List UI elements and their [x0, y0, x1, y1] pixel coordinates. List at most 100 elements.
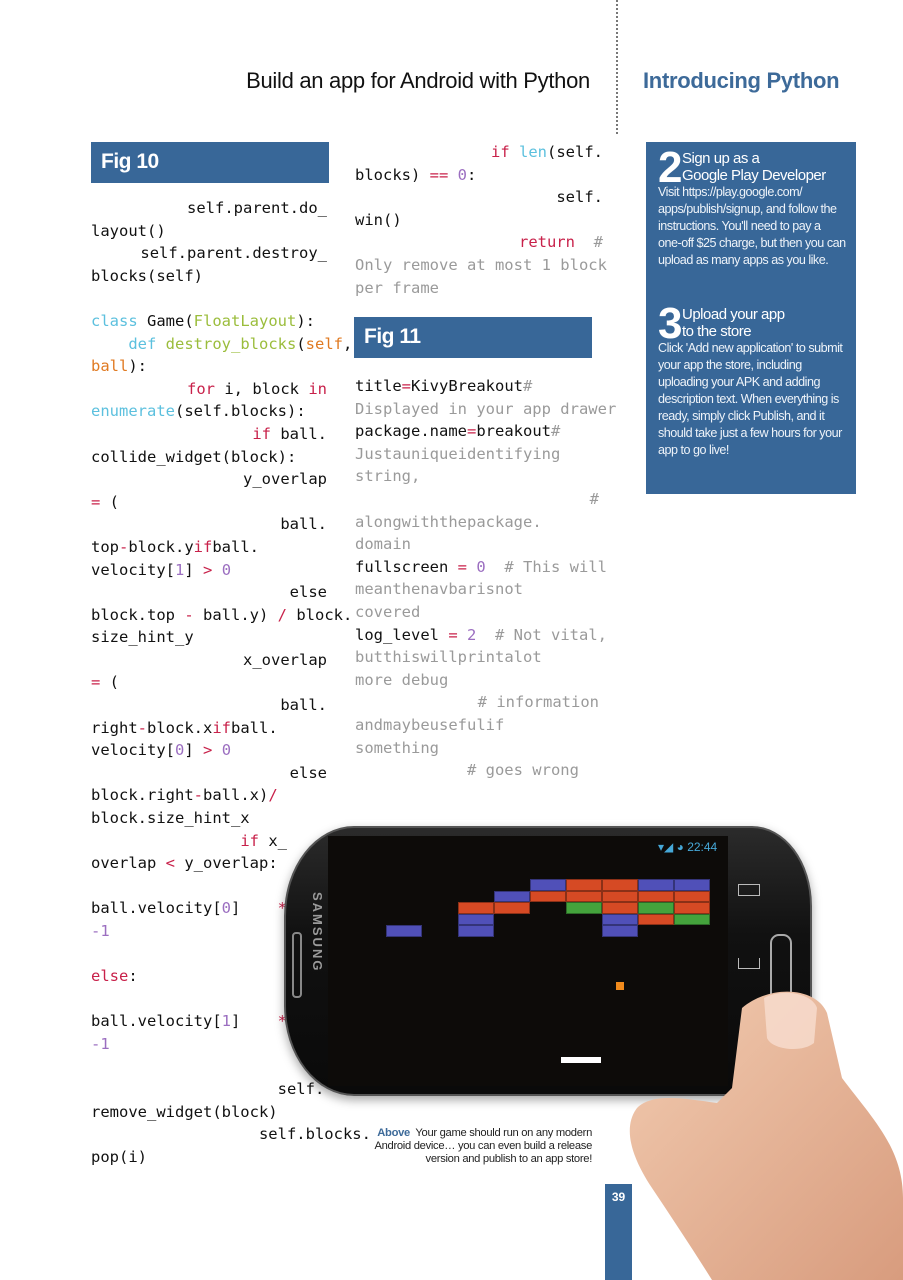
- code-token: ball.: [231, 718, 278, 737]
- code-token: per frame: [355, 278, 439, 297]
- page-number: 39: [611, 1190, 626, 1204]
- step-3: 3 Upload your app to the store Click 'Ad…: [658, 302, 846, 459]
- code-line: self.: [91, 1078, 327, 1101]
- code-token: a: [392, 444, 402, 463]
- code-token: block.: [287, 605, 353, 624]
- code-line: = (: [91, 491, 327, 514]
- code-token: navbar: [420, 580, 477, 599]
- code-line: top-block.yifball.: [91, 536, 327, 559]
- hand-image: [629, 991, 903, 1280]
- status-bar: ▾◢ ◕ 22:44: [658, 840, 717, 854]
- code-line: block.top - ball.y) / block.: [91, 604, 352, 627]
- code-token: in: [308, 379, 327, 398]
- code-line: # goes wrong: [355, 759, 599, 782]
- column-divider: [616, 0, 618, 134]
- code-token: ball.: [280, 696, 327, 715]
- code-token: Just: [355, 444, 393, 463]
- code-token: /: [277, 605, 288, 624]
- code-line: return #: [355, 231, 603, 254]
- code-token: if: [212, 718, 232, 737]
- game-block: [674, 879, 710, 891]
- code-token: 0: [221, 741, 232, 760]
- step-number: 3: [658, 299, 683, 348]
- code-token: ball.: [280, 515, 327, 534]
- code-token: =: [91, 492, 101, 511]
- code-token: -: [137, 718, 148, 737]
- code-token: the: [439, 512, 467, 531]
- code-line: size_hint_y: [91, 626, 327, 649]
- code-token: :: [467, 165, 477, 184]
- game-block: [602, 902, 638, 914]
- code-line: Only remove at most 1 block: [355, 254, 607, 277]
- code-token: #: [550, 422, 561, 441]
- phone-brand: SAMSUNG: [310, 892, 325, 973]
- signal-icon: ◢: [664, 840, 674, 854]
- code-token: 0: [221, 560, 232, 579]
- code-token: #: [589, 489, 599, 508]
- code-line: self.parent.destroy_: [91, 242, 327, 265]
- code-line: win(): [355, 209, 603, 232]
- recent-apps-icon: [738, 884, 760, 896]
- code-token: ):: [296, 311, 315, 330]
- code-token: 0: [175, 741, 185, 760]
- code-token: string,: [355, 467, 421, 486]
- step-heading-line: Google Play Developer: [682, 167, 826, 184]
- game-block: [530, 879, 566, 891]
- code-token: # goes wrong: [355, 761, 579, 780]
- code-token: ):: [128, 357, 147, 376]
- code-line: velocity[1] > 0: [91, 559, 327, 582]
- code-line: # information: [355, 691, 599, 714]
- code-token: fullscreen: [355, 557, 458, 576]
- code-token: blocks(self): [91, 266, 203, 285]
- code-line: andmaybeusefulif: [355, 714, 599, 737]
- code-token: -1: [91, 1034, 110, 1053]
- code-token: FloatLayout: [193, 311, 297, 330]
- code-token: block.top: [91, 605, 185, 624]
- code-line: pop(i): [91, 1146, 327, 1169]
- step-2: 2 Sign up as a Google Play Developer Vis…: [658, 146, 846, 306]
- code-token: =: [448, 625, 458, 644]
- step-number: 2: [658, 143, 683, 192]
- code-token: something: [355, 738, 439, 757]
- code-token: Kivy: [411, 377, 449, 395]
- code-token: (: [100, 492, 120, 511]
- code-token: if: [193, 537, 213, 556]
- code-line: for i, block in: [91, 378, 327, 401]
- code-line: something: [355, 737, 599, 760]
- code-token: >: [203, 741, 213, 760]
- code-token: will: [420, 648, 458, 667]
- code-token: -: [184, 605, 194, 624]
- code-line: else: [91, 762, 327, 785]
- code-token: i, block: [215, 379, 309, 398]
- step-heading: Upload your app to the store: [682, 306, 846, 340]
- code-token: ]: [184, 560, 204, 579]
- code-token: (self.: [547, 143, 603, 161]
- code-line: domain: [355, 533, 599, 556]
- code-token: /: [268, 786, 278, 805]
- code-line: overlap < y_overlap:: [91, 852, 327, 875]
- code-token: ball.y): [193, 605, 278, 624]
- code-token: y_overlap:: [175, 854, 278, 873]
- step-heading-line: Upload your app: [682, 306, 785, 323]
- code-token: useful: [429, 715, 486, 734]
- code-token: =: [457, 557, 467, 576]
- code-token: ball: [91, 357, 129, 376]
- code-token: self.: [556, 188, 603, 207]
- code-line: butthiswillprintalot: [355, 646, 599, 669]
- code-line: if x_: [91, 830, 327, 853]
- code-token: lot: [513, 648, 542, 667]
- code-token: velocity[: [91, 560, 175, 579]
- code-line: package.name=breakout#: [355, 420, 599, 443]
- game-block: [674, 902, 710, 914]
- game-block: [566, 902, 602, 914]
- status-time: 22:44: [687, 840, 718, 854]
- code-token: destroy_blocks: [165, 334, 297, 353]
- code-token: block.right: [91, 786, 194, 805]
- code-line: self.: [355, 186, 603, 209]
- code-token: with: [401, 512, 439, 531]
